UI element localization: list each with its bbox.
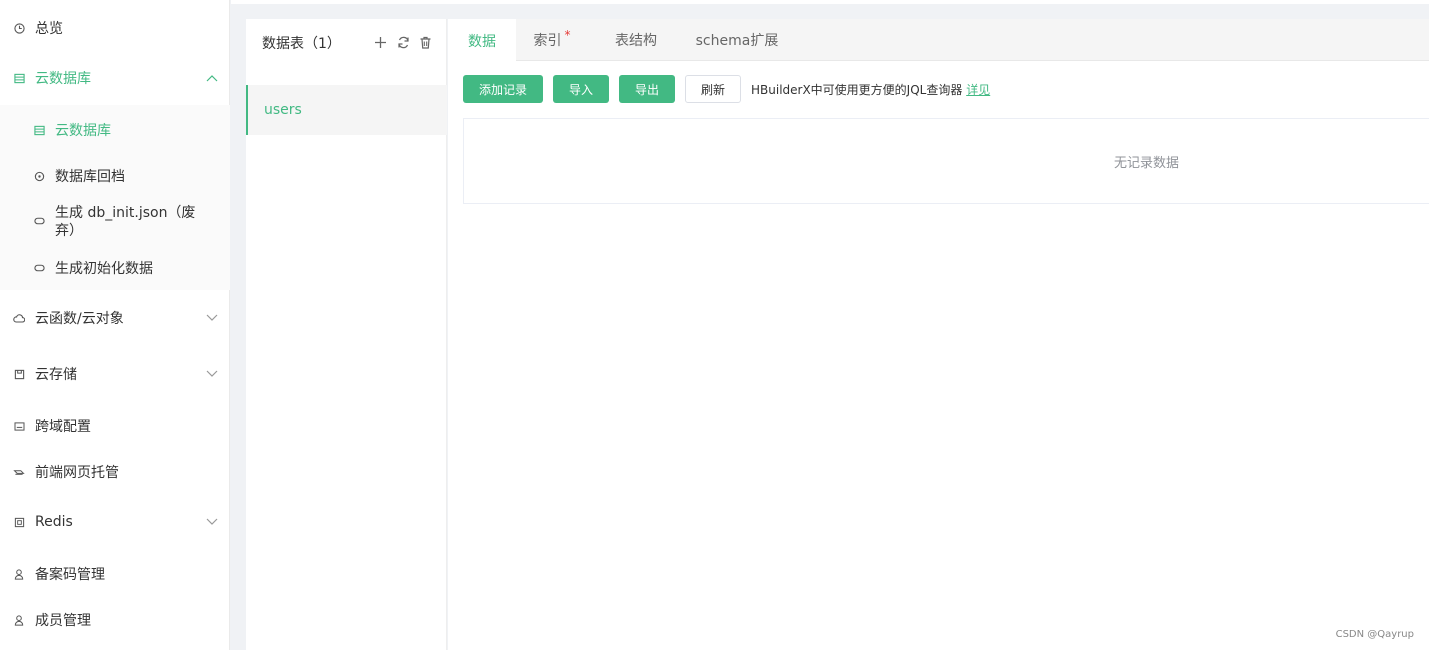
nav-cors[interactable]: 跨域配置 (0, 412, 230, 440)
details-link[interactable]: 详见 (966, 83, 990, 97)
database-icon (32, 123, 46, 137)
add-record-button[interactable]: 添加记录 (463, 75, 543, 103)
tab-schema-ext-label: schema扩展 (695, 33, 779, 49)
nav-gen-db-init[interactable]: 生成 db_init.json（废弃） (0, 204, 230, 240)
cors-icon (12, 419, 26, 433)
nav-db-restore-label: 数据库回档 (55, 169, 125, 185)
top-strip (231, 0, 1429, 4)
empty-state-text: 无记录数据 (1113, 155, 1179, 171)
tab-data[interactable]: 数据 (448, 19, 516, 62)
nav-overview-label: 总览 (35, 21, 63, 37)
jql-hint: HBuilderX中可使用更方便的JQL查询器 详见 (751, 81, 990, 98)
nav-hosting[interactable]: 前端网页托管 (0, 458, 230, 486)
nav-redis-label: Redis (35, 514, 73, 530)
nav-members-label: 成员管理 (35, 613, 91, 629)
cloud-icon (12, 311, 26, 325)
nav-cloud-database-label: 云数据库 (35, 71, 91, 87)
tab-bar: 数据 索引 * 表结构 schema扩展 (448, 19, 1429, 62)
nav-cors-label: 跨域配置 (35, 419, 91, 435)
table-list-panel: 数据表（1） users (246, 19, 447, 650)
tab-schema-label: 表结构 (615, 33, 657, 49)
nav-db-restore[interactable]: 数据库回档 (0, 162, 230, 190)
nav-members[interactable]: 成员管理 (0, 606, 230, 634)
trash-icon[interactable] (417, 34, 433, 50)
nav-icp[interactable]: 备案码管理 (0, 560, 230, 588)
user-icon (12, 613, 26, 627)
tab-schema[interactable]: 表结构 (600, 19, 672, 61)
refresh-button[interactable]: 刷新 (685, 75, 741, 103)
nav-cloud-storage-label: 云存储 (35, 367, 77, 383)
jql-hint-text: HBuilderX中可使用更方便的JQL查询器 (751, 83, 963, 97)
storage-icon (12, 367, 26, 381)
nav-cloud-functions-label: 云函数/云对象 (35, 311, 124, 327)
chevron-up-icon (206, 70, 218, 86)
records-table: 无记录数据 (463, 118, 1429, 204)
redis-icon (12, 515, 26, 529)
nav-hosting-label: 前端网页托管 (35, 465, 119, 481)
link-icon (32, 214, 46, 228)
import-button[interactable]: 导入 (553, 75, 609, 103)
clock-icon (12, 21, 26, 35)
nav-gen-db-init-label: 生成 db_init.json（废弃） (55, 205, 196, 239)
hosting-icon (12, 465, 26, 479)
sidebar: 总览 云数据库 云数据库 数据库回档 生成 db_init.json（废弃） 生… (0, 0, 230, 650)
nav-overview[interactable]: 总览 (0, 14, 230, 42)
tab-index-label: 索引 (533, 33, 562, 49)
database-icon (12, 71, 26, 85)
nav-gen-init-data[interactable]: 生成初始化数据 (0, 254, 230, 282)
nav-sub-cloud-database-label: 云数据库 (55, 123, 111, 139)
nav-gen-init-data-label: 生成初始化数据 (55, 261, 153, 277)
chevron-down-icon (206, 310, 218, 326)
chevron-down-icon (206, 514, 218, 530)
tab-data-label: 数据 (468, 33, 496, 50)
main-content: 数据 索引 * 表结构 schema扩展 添加记录 导入 导出 刷新 HBuild… (448, 19, 1429, 650)
nav-cloud-database[interactable]: 云数据库 (0, 64, 230, 92)
user-icon (12, 567, 26, 581)
nav-redis[interactable]: Redis (0, 508, 230, 536)
plus-icon[interactable] (372, 34, 388, 50)
watermark: CSDN @Qayrup (1335, 629, 1414, 640)
nav-cloud-functions[interactable]: 云函数/云对象 (0, 304, 230, 332)
table-list-title: 数据表（1） (262, 35, 341, 52)
refresh-icon[interactable] (395, 34, 411, 50)
tab-schema-ext[interactable]: schema扩展 (684, 19, 790, 61)
nav-sub-cloud-database[interactable]: 云数据库 (0, 116, 230, 144)
required-mark: * (564, 28, 571, 42)
tab-index[interactable]: 索引 * (516, 19, 588, 61)
nav-cloud-storage[interactable]: 云存储 (0, 360, 230, 388)
table-row-users[interactable]: users (246, 85, 447, 135)
chevron-down-icon (206, 366, 218, 382)
restore-icon (32, 169, 46, 183)
export-button[interactable]: 导出 (619, 75, 675, 103)
link-icon (32, 261, 46, 275)
nav-icp-label: 备案码管理 (35, 567, 105, 583)
